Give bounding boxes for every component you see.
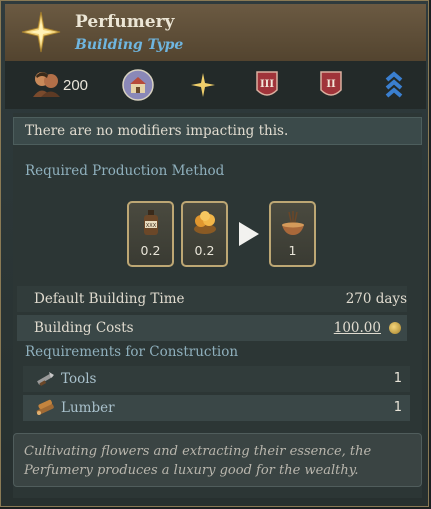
population-count: 200 (63, 76, 89, 94)
estate-icon[interactable] (122, 68, 154, 102)
rank-chevrons-icon[interactable] (385, 68, 403, 102)
tooltip-header: Perfumery Building Type (5, 4, 426, 62)
star-icon[interactable] (190, 68, 216, 102)
population-stat[interactable]: 200 (31, 68, 88, 102)
coin-icon (389, 322, 401, 334)
svg-text:XXX: XXX (146, 223, 157, 229)
input-value: 0.2 (140, 243, 161, 258)
tier-3-badge-icon[interactable]: III (255, 68, 279, 102)
building-type-link[interactable]: Building Type (75, 37, 183, 53)
output-value: 1 (288, 243, 297, 258)
input-value: 0.2 (194, 243, 215, 258)
requirement-value: 1 (393, 371, 402, 386)
population-icon (31, 68, 61, 102)
requirements-section-label: Requirements for Construction (25, 344, 239, 360)
svg-text:II: II (326, 79, 336, 90)
requirement-label: Lumber (61, 400, 115, 416)
tooltip-panel: Perfumery Building Type 200 III II There… (0, 0, 429, 507)
svg-text:III: III (260, 79, 274, 90)
requirement-label: Tools (61, 371, 97, 387)
input-good-perfume[interactable]: XXX 0.2 (127, 201, 174, 267)
output-good-incense[interactable]: 1 (269, 201, 316, 267)
tooltip-body: There are no modifiers impacting this. R… (13, 113, 422, 498)
requirement-value: 1 (393, 400, 402, 415)
tier-2-badge-icon[interactable]: II (319, 68, 343, 102)
building-costs-label: Building Costs (34, 320, 134, 336)
build-time-row: Default Building Time 270 days (17, 286, 407, 312)
build-time-value: 270 days (345, 291, 407, 307)
summary-icon-row: 200 III II (5, 61, 426, 109)
gold-star-emblem-icon (19, 10, 63, 54)
building-costs-value[interactable]: 100.00 (334, 315, 381, 341)
building-costs-row: Building Costs 100.00 (17, 315, 407, 341)
modifiers-banner: There are no modifiers impacting this. (13, 117, 422, 145)
build-time-label: Default Building Time (34, 291, 185, 307)
requirement-row[interactable]: Tools 1 (23, 366, 410, 392)
tools-icon (35, 369, 55, 389)
lumber-icon (35, 398, 55, 418)
production-section-label: Required Production Method (25, 163, 225, 179)
building-description: Cultivating flowers and extracting their… (13, 433, 422, 487)
input-good-flowers[interactable]: 0.2 (181, 201, 228, 267)
production-arrow-icon (239, 222, 259, 246)
requirement-row[interactable]: Lumber 1 (23, 395, 410, 421)
building-title: Perfumery (75, 12, 175, 32)
